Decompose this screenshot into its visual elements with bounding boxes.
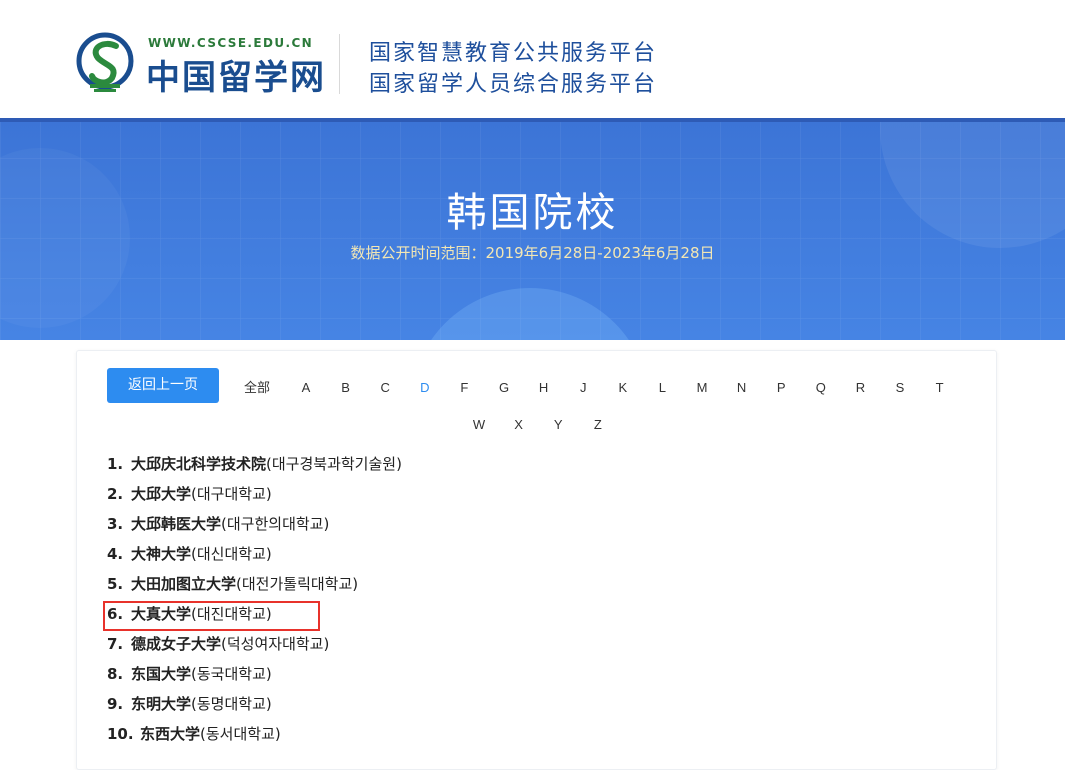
university-name[interactable]: 东明大学 [131,695,191,713]
university-name[interactable]: 东西大学 [140,725,200,743]
letter-filter-a[interactable]: A [291,379,321,397]
letter-filter-c[interactable]: C [370,379,400,397]
letter-filter-m[interactable]: M [687,379,717,397]
university-korean-name[interactable]: (덕성여자대학교) [221,635,329,653]
site-header: WWW.CSCSE.EDU.CN 中国留学网 国家智慧教育公共服务平台 国家留学… [0,0,1065,118]
university-number: 2. [107,485,124,503]
platform-title-1: 国家智慧教育公共服务平台 [369,41,658,66]
university-name[interactable]: 东国大学 [131,665,191,683]
university-name[interactable]: 大田加图立大学 [131,575,236,593]
university-name[interactable]: 大邱庆北科学技术院 [131,455,266,473]
letter-filter-q[interactable]: Q [806,379,836,397]
university-name[interactable]: 德成女子大学 [131,635,221,653]
page-banner: 韩国院校 数据公开时间范围：2019年6月28日-2023年6月28日 [0,118,1065,340]
letter-filter-h[interactable]: H [529,379,559,397]
banner-topline [0,118,1065,122]
university-number: 9. [107,695,124,713]
letter-filter-g[interactable]: G [489,379,519,397]
university-item[interactable]: 3. 大邱韩医大学(대구한의대학교) [107,513,329,535]
university-korean-name[interactable]: (동서대학교) [200,725,281,743]
university-item[interactable]: 1. 大邱庆北科学技术院(대구경북과학기술원) [107,453,402,475]
letter-filter-b[interactable]: B [331,379,361,397]
highlight-box [103,601,320,631]
university-number: 8. [107,665,124,683]
university-item[interactable]: 8. 东国大学(동국대학교) [107,663,272,685]
university-item[interactable]: 10. 东西大学(동서대학교) [107,723,281,745]
letter-filter-t[interactable]: T [925,379,955,397]
university-item[interactable]: 9. 东明大学(동명대학교) [107,693,272,715]
university-korean-name[interactable]: (대구경북과학기술원) [266,455,402,473]
university-korean-name[interactable]: (동명대학교) [191,695,272,713]
university-korean-name[interactable]: (대구한의대학교) [221,515,329,533]
cscse-logo-icon[interactable] [76,32,134,94]
university-number: 7. [107,635,124,653]
platform-title-2: 国家留学人员综合服务平台 [369,72,658,97]
letter-filter-j[interactable]: J [568,379,598,397]
letter-filter-n[interactable]: N [727,379,757,397]
header-divider [339,34,340,94]
letter-filter-r[interactable]: R [845,379,875,397]
university-item[interactable]: 5. 大田加图立大学(대전가톨릭대학교) [107,573,358,595]
letter-filter-w[interactable]: W [464,416,494,434]
university-korean-name[interactable]: (동국대학교) [191,665,272,683]
university-item[interactable]: 2. 大邱大学(대구대학교) [107,483,272,505]
university-item[interactable]: 4. 大神大学(대신대학교) [107,543,272,565]
logo-name[interactable]: 中国留学网 [146,50,326,99]
back-button[interactable]: 返回上一页 [107,368,219,403]
letter-filter-x[interactable]: X [504,416,534,434]
university-number: 5. [107,575,124,593]
university-korean-name[interactable]: (대신대학교) [191,545,272,563]
university-number: 10. [107,725,134,743]
university-korean-name[interactable]: (대구대학교) [191,485,272,503]
letter-filter-f[interactable]: F [449,379,479,397]
university-name[interactable]: 大神大学 [131,545,191,563]
letter-filter-z[interactable]: Z [583,416,613,434]
logo-url: WWW.CSCSE.EDU.CN [148,36,314,50]
university-korean-name[interactable]: (대전가톨릭대학교) [236,575,358,593]
university-name[interactable]: 大邱大学 [131,485,191,503]
letter-filter-y[interactable]: Y [543,416,573,434]
letter-filter-d[interactable]: D [410,379,440,397]
letter-filter-s[interactable]: S [885,379,915,397]
letter-filter-l[interactable]: L [647,379,677,397]
university-number: 4. [107,545,124,563]
page-title: 韩国院校 [446,190,619,236]
university-number: 3. [107,515,124,533]
letter-filter-p[interactable]: P [766,379,796,397]
university-number: 1. [107,455,124,473]
data-date-range: 数据公开时间范围：2019年6月28日-2023年6月28日 [350,244,715,262]
letter-filter-all[interactable]: 全部 [237,379,277,397]
content-card: 返回上一页 全部 A B C D F G H J K L M N P Q R S T W X Y Z 1. 大邱庆北科学技术… [76,350,997,770]
letter-filter-k[interactable]: K [608,379,638,397]
university-item[interactable]: 7. 德成女子大学(덕성여자대학교) [107,633,329,655]
university-name[interactable]: 大邱韩医大学 [131,515,221,533]
